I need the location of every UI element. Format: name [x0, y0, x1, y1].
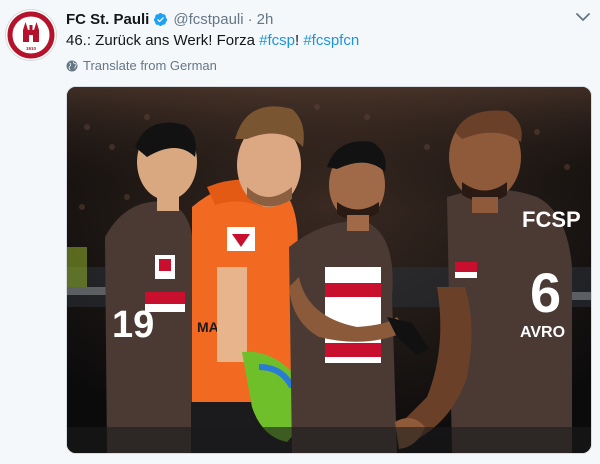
- svg-text:6: 6: [530, 261, 561, 324]
- globe-icon: [66, 60, 78, 71]
- translate-label: Translate from German: [83, 58, 217, 73]
- author-name[interactable]: FC St. Pauli: [66, 11, 149, 28]
- svg-text:1910: 1910: [26, 46, 37, 51]
- translate-link[interactable]: Translate from German: [66, 58, 217, 73]
- chevron-down-icon[interactable]: [576, 12, 590, 22]
- tweet-text: 46.: Zurück ans Werk! Forza #fcsp! #fcsp…: [66, 32, 359, 49]
- svg-text:AVRO: AVRO: [520, 324, 565, 341]
- tweet-card[interactable]: 1910 FC St. Pauli @fcstpauli · 2h 46.: Z…: [0, 0, 600, 464]
- verified-badge-icon: [154, 12, 168, 26]
- avatar[interactable]: 1910: [6, 10, 56, 60]
- svg-text:19: 19: [112, 304, 154, 346]
- svg-text:FCSP: FCSP: [522, 207, 581, 232]
- hashtag-link[interactable]: #fcsp: [259, 32, 295, 49]
- club-crest-icon: 1910: [7, 11, 55, 59]
- tweet-photo[interactable]: 19 MAV FCSP 6 AVRO: [66, 86, 592, 454]
- tweet-text-prefix: 46.: Zurück ans Werk! Forza: [66, 32, 260, 49]
- photo-icon: 19 MAV FCSP 6 AVRO: [67, 87, 591, 453]
- tweet-timestamp[interactable]: 2h: [257, 11, 274, 28]
- hashtag-link[interactable]: #fcspfcn: [303, 32, 359, 49]
- author-handle[interactable]: @fcstpauli: [173, 11, 243, 28]
- header-separator: ·: [247, 10, 253, 28]
- tweet-header: FC St. Pauli @fcstpauli · 2h: [66, 9, 273, 29]
